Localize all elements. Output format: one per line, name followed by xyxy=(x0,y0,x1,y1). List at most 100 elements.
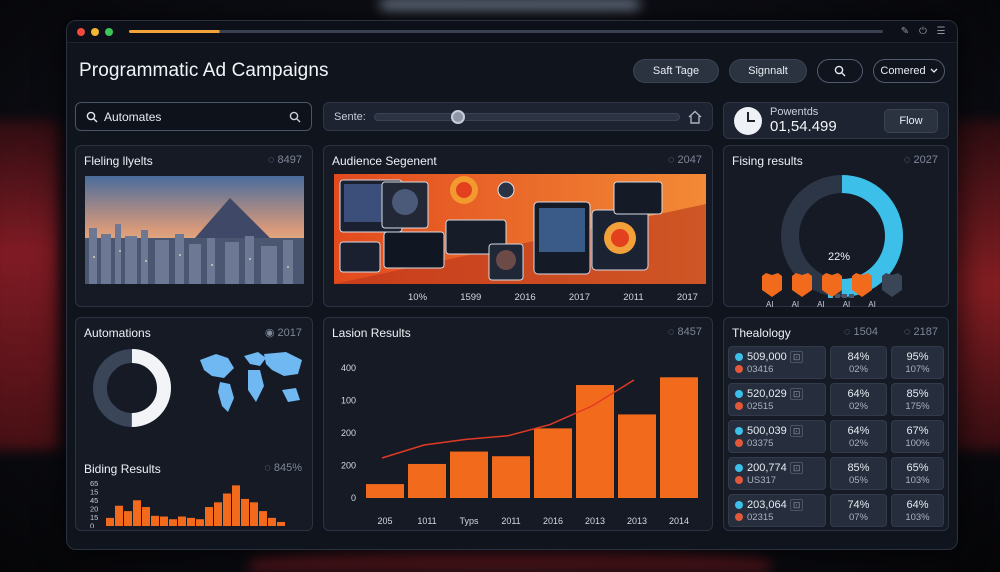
row-p1-sub: 02% xyxy=(848,363,868,375)
panel-title: Fising results xyxy=(732,154,803,168)
row-p2: 67% xyxy=(906,424,929,437)
feeling-panel: Fleling llyelts ◌ 8497 xyxy=(75,145,313,307)
row-value: 520,029 xyxy=(747,387,787,400)
row-sub: 03416 xyxy=(747,363,774,375)
x-tick-label: 1011 xyxy=(417,516,436,526)
flag-icon xyxy=(735,512,743,521)
search-icon xyxy=(86,111,98,122)
bar xyxy=(196,519,204,526)
comered-dropdown[interactable]: Comered xyxy=(873,59,945,83)
panel-meta: ◌ 2027 xyxy=(903,154,938,166)
automations-panel: Automations ◉ 2017 Biding Results ◌ 845%… xyxy=(75,317,313,531)
row-p2-sub: 103% xyxy=(905,511,930,523)
status-dot-icon xyxy=(735,389,743,398)
chevron-down-icon xyxy=(930,68,938,73)
status-dot-icon xyxy=(735,426,743,435)
percent-cell: 84% 02% xyxy=(829,346,887,379)
percent-cell: 64% 02% xyxy=(829,383,887,416)
saft-tage-button[interactable]: Saft Tage xyxy=(633,59,719,83)
bar xyxy=(366,484,404,498)
bar xyxy=(408,463,446,498)
table-row[interactable]: 509,000 ⊡ 03416 84% 02% 95% 107% xyxy=(728,346,944,379)
row-value: 203,064 xyxy=(747,498,787,511)
close-dot[interactable] xyxy=(77,27,85,36)
row-sub: US317 xyxy=(747,474,777,486)
table-row[interactable]: 500,039 ⊡ 03375 64% 02% 67% 100% xyxy=(728,420,944,453)
bar xyxy=(160,516,168,526)
slider-track[interactable] xyxy=(373,109,680,124)
panel-meta: ◌ 2047 xyxy=(667,154,702,166)
row-p2: 95% xyxy=(906,350,929,363)
shield-icon xyxy=(822,273,842,297)
bar xyxy=(450,451,488,498)
maximize-dot[interactable] xyxy=(105,27,113,36)
bar xyxy=(178,516,186,526)
shield-icon xyxy=(762,273,782,297)
search-submit-icon[interactable] xyxy=(289,111,301,123)
automations-donut xyxy=(93,349,171,427)
clock-widget: Powentds 01,54.499 Flow xyxy=(723,102,949,139)
shield-icon xyxy=(882,273,902,297)
badge-icon: ⊡ xyxy=(789,498,804,511)
row-p1: 64% xyxy=(847,424,870,437)
signnalt-button[interactable]: Signnalt xyxy=(729,59,807,83)
table-row[interactable]: 200,774 ⊡ US317 85% 05% 65% 103% xyxy=(728,457,944,490)
search-value: Automates xyxy=(104,109,162,124)
bar xyxy=(133,500,141,526)
bar xyxy=(106,517,114,526)
minimize-dot[interactable] xyxy=(91,27,99,36)
search-input[interactable]: Automates xyxy=(75,102,312,131)
table-row[interactable]: 520,029 ⊡ 02515 64% 02% 85% 175% xyxy=(728,383,944,416)
x-tick-label: 2014 xyxy=(669,516,689,526)
search-icon xyxy=(834,65,846,77)
audience-panel: Audience Segenent ◌ 2047 10% 1599 2016 2… xyxy=(323,145,713,307)
home-icon[interactable] xyxy=(688,110,702,124)
percent-cell: 85% 175% xyxy=(890,383,944,416)
bar xyxy=(660,377,698,498)
y-tick-label: 200 xyxy=(341,461,356,471)
pen-icon[interactable]: ✎ xyxy=(899,26,911,37)
shield-label: AI xyxy=(766,300,774,309)
row-p2-sub: 107% xyxy=(905,363,930,375)
bar xyxy=(169,519,177,526)
biding-title: Biding Results xyxy=(84,462,161,476)
slider-knob[interactable] xyxy=(450,109,465,124)
x-tick-label: 205 xyxy=(377,516,392,526)
row-p2-sub: 175% xyxy=(905,400,930,412)
percent-cell: 67% 100% xyxy=(890,420,944,453)
menu-icon[interactable]: ☰ xyxy=(935,26,947,37)
axis-label: 2017 xyxy=(568,292,590,303)
bar xyxy=(277,521,285,526)
bar xyxy=(250,502,258,526)
bar xyxy=(142,507,150,526)
clock-value: 01,54.499 xyxy=(770,118,837,135)
axis-label: 1599 xyxy=(460,292,482,303)
panel-meta: ◌ 1504 xyxy=(843,326,878,338)
row-p1-sub: 05% xyxy=(848,474,868,486)
fising-panel: Fising results ◌ 2027 22% AI AI AI AI AI xyxy=(723,145,949,309)
clock-label: Powentds xyxy=(770,106,819,118)
badge-icon: ⊡ xyxy=(789,424,804,437)
shield-label: AI xyxy=(842,300,851,309)
percent-cell: 95% 107% xyxy=(890,346,944,379)
flow-button[interactable]: Flow xyxy=(884,108,938,133)
power-icon[interactable]: ⏻ xyxy=(917,26,929,37)
flag-icon xyxy=(735,475,743,484)
badge-icon: ⊡ xyxy=(789,350,804,363)
world-map xyxy=(200,352,302,412)
table-row[interactable]: 203,064 ⊡ 02315 74% 07% 64% 103% xyxy=(728,494,944,527)
lasion-chart: 400 100 200 200 0 205 1011 Typs 2011 2016 2013 2013… xyxy=(341,363,698,526)
bar xyxy=(241,498,249,526)
badge-icon: ⊡ xyxy=(789,461,804,474)
app-window: ✎ ⏻ ☰ Programmatic Ad Campaigns Saft Tag… xyxy=(66,20,958,550)
search-button[interactable] xyxy=(817,59,863,83)
row-sub: 02315 xyxy=(747,511,774,523)
axis-label: 2017 xyxy=(676,292,698,303)
bar xyxy=(214,502,222,526)
lasion-panel: Lasion Results ◌ 8457 400 100 200 200 0 205 10… xyxy=(323,317,713,531)
shield-label: AI xyxy=(817,300,825,309)
row-p1-sub: 02% xyxy=(848,400,868,412)
shield-icon xyxy=(792,273,812,297)
city-sunset-image xyxy=(85,176,304,284)
row-p2: 65% xyxy=(906,461,929,474)
